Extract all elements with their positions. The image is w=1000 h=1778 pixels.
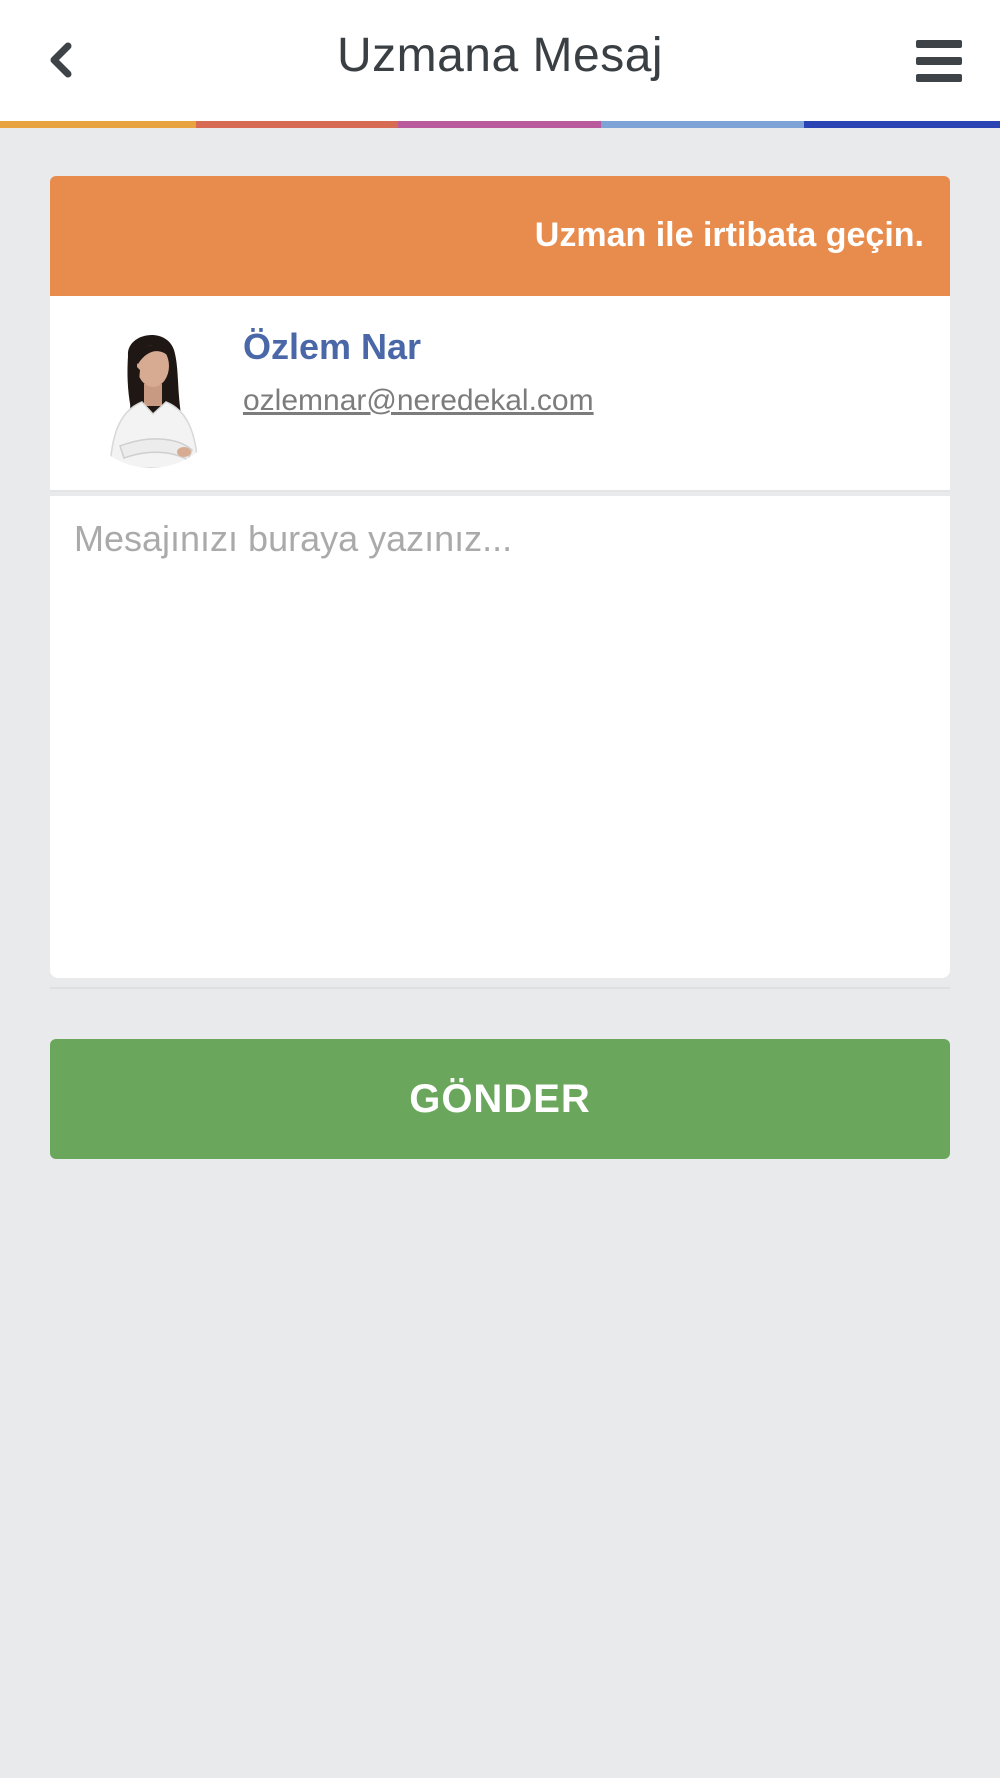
- expert-email-link[interactable]: ozlemnar@neredekal.com: [243, 384, 594, 418]
- menu-button[interactable]: [916, 38, 962, 82]
- color-stripe: [0, 121, 1000, 128]
- color-stripe-segment: [804, 121, 1000, 128]
- color-stripe-segment: [0, 121, 196, 128]
- color-stripe-segment: [196, 121, 398, 128]
- expert-info: Özlem Nar ozlemnar@neredekal.com: [50, 296, 950, 492]
- message-input[interactable]: [50, 496, 950, 978]
- contact-card-heading: Uzman ile irtibata geçin.: [534, 216, 924, 254]
- avatar: [76, 318, 226, 468]
- send-button[interactable]: GÖNDER: [50, 1039, 950, 1159]
- expert-photo: [76, 318, 226, 468]
- app-header: Uzmana Mesaj: [0, 0, 1000, 121]
- color-stripe-segment: [398, 121, 601, 128]
- message-box: [50, 496, 950, 978]
- page-title: Uzmana Mesaj: [336, 29, 664, 82]
- color-stripe-segment: [601, 121, 804, 128]
- divider: [50, 987, 950, 989]
- expert-name: Özlem Nar: [243, 326, 422, 367]
- contact-card-header: Uzman ile irtibata geçin.: [50, 176, 950, 296]
